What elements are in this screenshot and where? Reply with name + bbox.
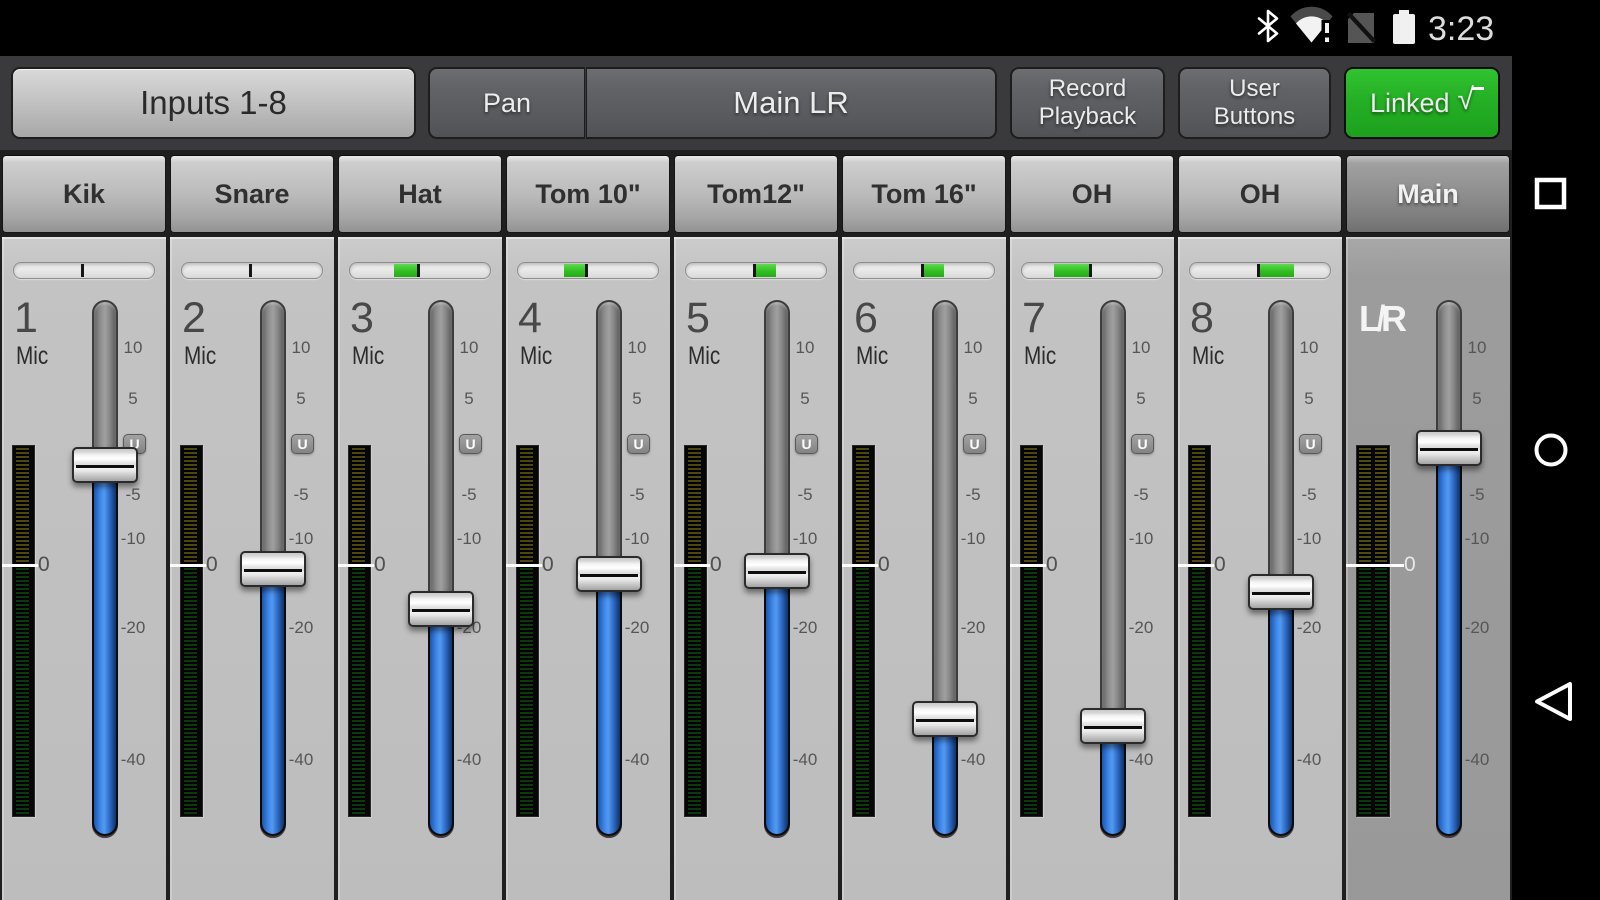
svg-text:3:23: 3:23 [1428, 10, 1494, 48]
